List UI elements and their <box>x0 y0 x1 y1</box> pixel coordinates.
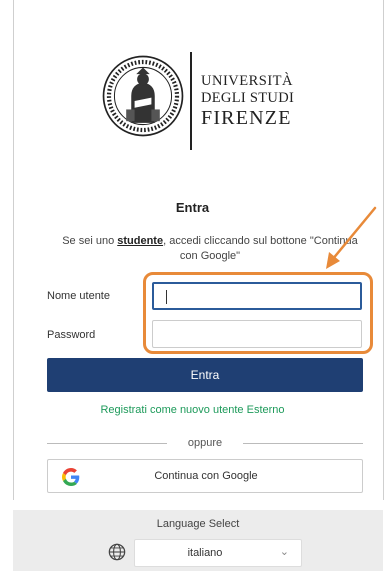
student-info-text: Se sei uno studente, accedi cliccando su… <box>60 234 360 264</box>
password-label: Password <box>47 329 96 341</box>
page-left-border <box>13 0 14 500</box>
annotation-arrow-icon <box>326 206 377 269</box>
separator: oppure <box>47 437 363 451</box>
logo-line-degli-studi: DEGLI STUDI <box>201 89 295 106</box>
separator-line-right <box>243 443 363 444</box>
logo-text: UNIVERSITÀ DEGLI STUDI FIRENZE <box>201 74 294 128</box>
language-select-title: Language Select <box>156 518 240 530</box>
logo-line-firenze: FIRENZE <box>201 107 292 129</box>
login-button[interactable]: Entra <box>47 358 363 392</box>
university-seal-icon <box>102 55 184 137</box>
globe-icon <box>108 543 126 561</box>
student-link[interactable]: studente <box>117 235 163 247</box>
annotation-highlight-box <box>143 272 373 354</box>
logo-divider <box>190 52 192 150</box>
university-logo: UNIVERSITÀ DEGLI STUDI FIRENZE <box>101 52 321 152</box>
logo-line-universita: UNIVERSITÀ <box>201 73 293 89</box>
language-select-value: italiano <box>187 547 223 559</box>
username-label: Nome utente <box>47 290 110 302</box>
page-right-border <box>383 0 384 500</box>
google-login-button[interactable]: Continua con Google <box>47 459 363 493</box>
google-button-label: Continua con Google <box>154 470 258 482</box>
chevron-down-icon: ⌄ <box>279 546 289 558</box>
info-prefix: Se sei uno <box>62 235 118 247</box>
language-select[interactable]: italiano ⌄ <box>134 539 302 567</box>
register-external-link[interactable]: Registrati come nuovo utente Esterno <box>0 404 385 416</box>
language-footer: Language Select italiano ⌄ <box>13 510 383 571</box>
